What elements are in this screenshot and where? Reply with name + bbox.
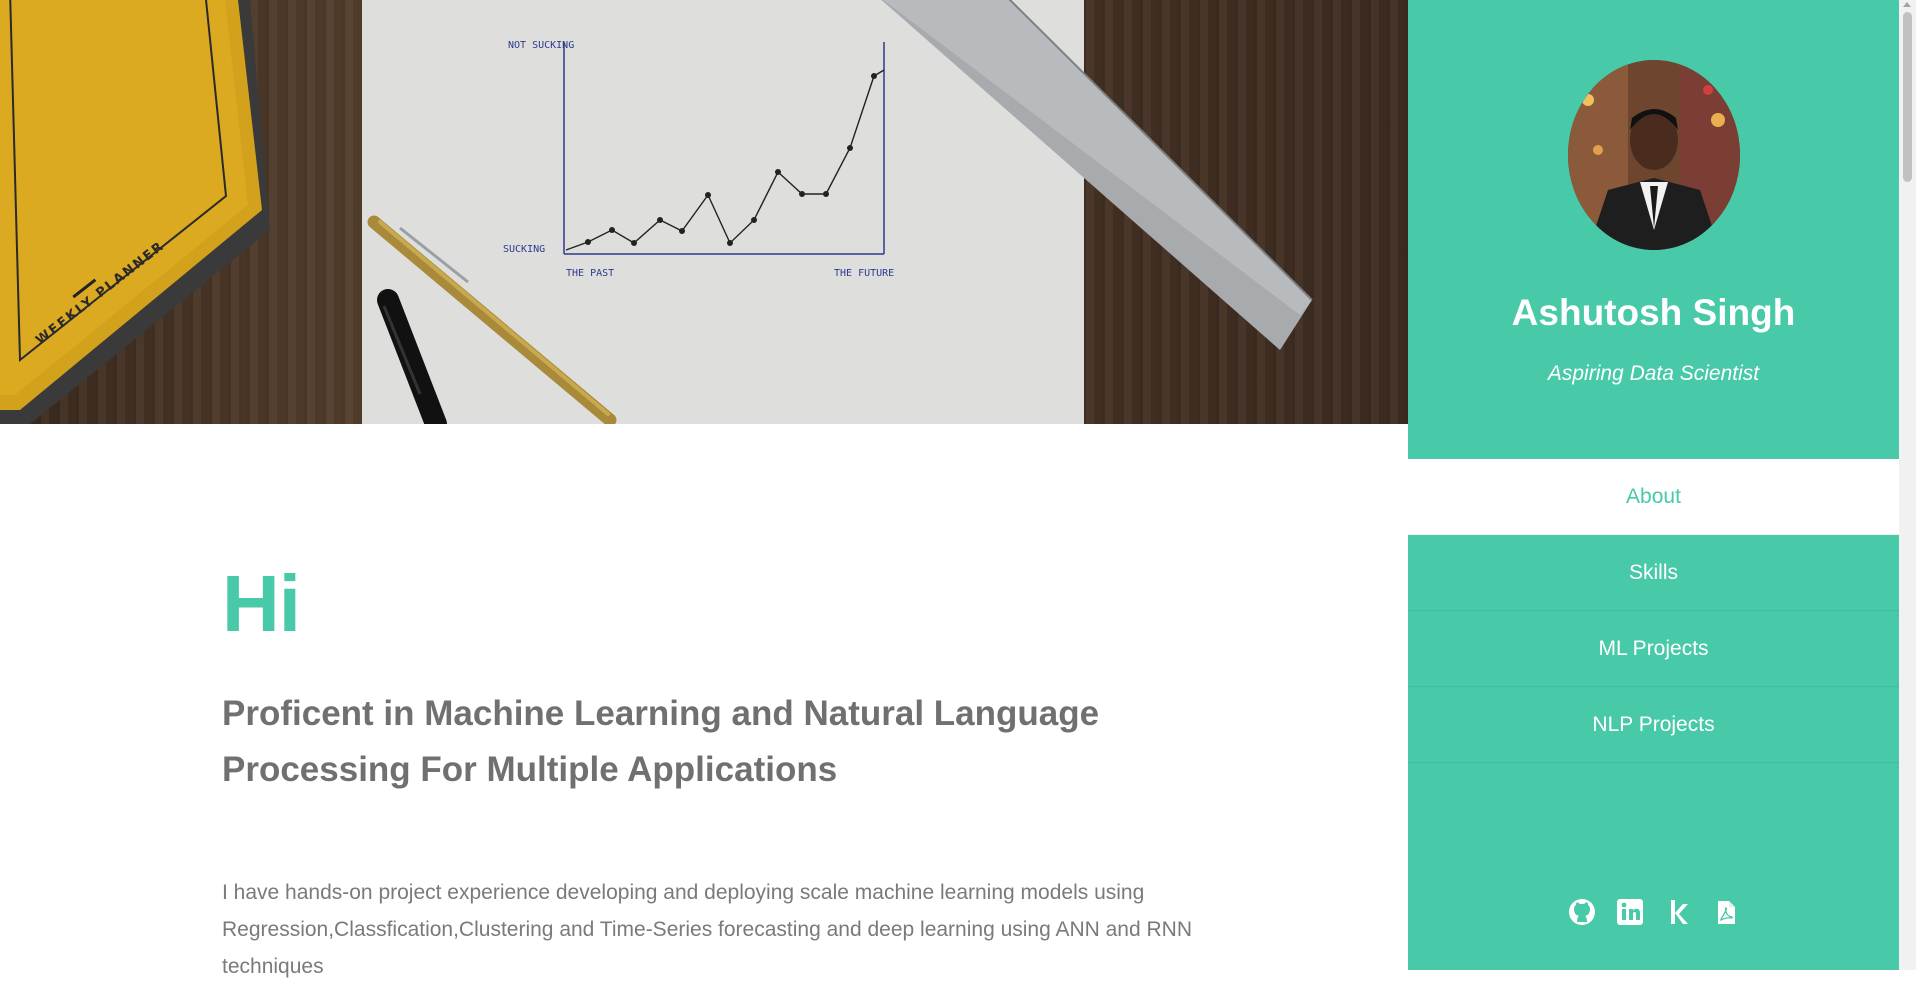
hero-image: WEEKLY PLANNER NOT SUCKING SUCKING THE P… — [0, 0, 1313, 424]
paper-chart-top-label: NOT SUCKING — [508, 40, 574, 51]
social-links — [1408, 896, 1899, 928]
sidebar-nav: About Skills ML Projects NLP Projects — [1408, 459, 1899, 763]
greeting-heading: Hi — [222, 559, 301, 648]
tagline-heading: Proficent in Machine Learning and Natura… — [222, 694, 1100, 789]
pdf-resume-icon[interactable] — [1710, 896, 1742, 928]
sidebar: Ashutosh Singh Aspiring Data Scientist A… — [1408, 0, 1899, 970]
paper-chart-right-label: THE FUTURE — [834, 268, 894, 279]
nav-item-skills[interactable]: Skills — [1408, 535, 1899, 611]
nav-item-ml-projects[interactable]: ML Projects — [1408, 611, 1899, 687]
paper-chart-left-label: THE PAST — [566, 268, 614, 279]
profile-role: Aspiring Data Scientist — [1547, 362, 1760, 385]
scroll-up-arrow-icon[interactable] — [1903, 2, 1911, 7]
nav-item-about[interactable]: About — [1408, 459, 1899, 535]
planner-notebook: WEEKLY PLANNER — [0, 0, 270, 424]
profile-name: Ashutosh Singh — [1511, 292, 1796, 333]
avatar — [1568, 60, 1740, 250]
paper-chart-bottom-label: SUCKING — [503, 244, 545, 255]
page-scrollbar[interactable] — [1899, 0, 1916, 970]
linkedin-icon[interactable] — [1614, 896, 1646, 928]
hero-banner: WEEKLY PLANNER NOT SUCKING SUCKING THE P… — [0, 0, 1408, 424]
main-content: Hi Proficent in Machine Learning and Nat… — [222, 424, 1202, 985]
intro-paragraph: I have hands-on project experience devel… — [222, 881, 1192, 978]
scrollbar-thumb[interactable] — [1903, 12, 1912, 182]
profile-photo — [1568, 60, 1740, 250]
github-icon[interactable] — [1566, 896, 1598, 928]
kaggle-icon[interactable] — [1662, 896, 1694, 928]
nav-item-nlp-projects[interactable]: NLP Projects — [1408, 687, 1899, 763]
